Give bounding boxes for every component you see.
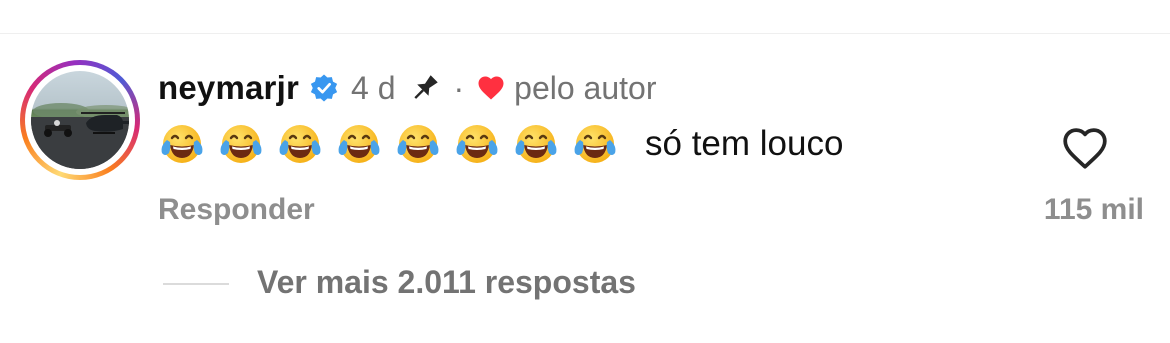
comment-time: 4 d — [351, 69, 396, 106]
comment-text: só tem louco — [645, 124, 844, 163]
face-with-tears-of-joy-emoji — [515, 125, 557, 163]
top-divider — [0, 0, 1170, 34]
comment-body: só tem louco — [158, 118, 843, 170]
likes-count[interactable]: 115 mil — [1044, 193, 1144, 227]
face-with-tears-of-joy-emoji — [456, 125, 498, 163]
face-with-tears-of-joy-emoji — [220, 125, 262, 163]
verified-badge-icon — [310, 74, 338, 102]
separator-dot: · — [453, 69, 465, 106]
emoji-row — [158, 120, 630, 168]
face-with-tears-of-joy-emoji — [161, 125, 203, 163]
avatar[interactable] — [20, 60, 140, 180]
replies-thread-line — [163, 283, 229, 285]
face-with-tears-of-joy-emoji — [279, 125, 321, 163]
face-with-tears-of-joy-emoji — [397, 125, 439, 163]
view-more-replies-button[interactable]: Ver mais 2.011 respostas — [257, 264, 636, 301]
avatar-scene — [31, 103, 129, 169]
face-with-tears-of-joy-emoji — [574, 125, 616, 163]
reply-button[interactable]: Responder — [158, 193, 315, 227]
comment-header: neymarjr 4 d · pelo autor — [158, 65, 656, 111]
avatar-photo — [31, 71, 129, 169]
face-with-tears-of-joy-emoji — [338, 125, 380, 163]
pin-icon — [413, 75, 438, 99]
heart-outline-icon[interactable] — [1060, 125, 1110, 171]
username[interactable]: neymarjr — [158, 69, 299, 107]
heart-filled-icon — [478, 76, 504, 100]
liked-by-author-label: pelo autor — [514, 69, 657, 106]
